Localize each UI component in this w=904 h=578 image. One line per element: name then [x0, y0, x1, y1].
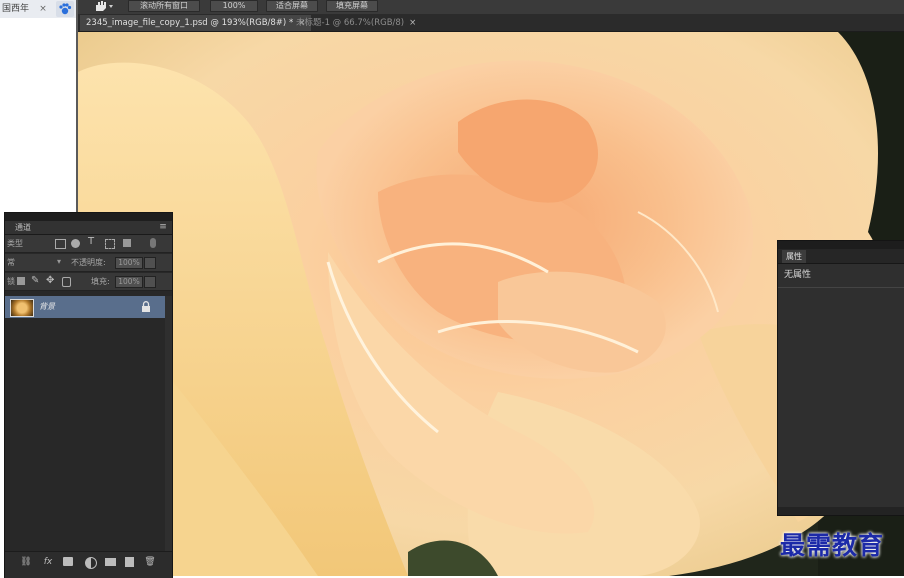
filter-toggle-icon[interactable] — [150, 238, 156, 248]
paw-icon[interactable] — [56, 1, 74, 17]
no-properties-text: 无属性 — [784, 270, 812, 280]
layer-filter-row: 类型 T — [5, 235, 172, 253]
fit-screen-button[interactable]: 适合屏幕 — [266, 0, 318, 12]
link-icon[interactable]: ⛓ — [19, 555, 33, 569]
hand-tool-icon[interactable] — [92, 0, 114, 12]
fill-slider-toggle[interactable] — [144, 276, 156, 288]
move-icon[interactable]: ✥ — [46, 275, 54, 286]
opacity-label: 不透明度: — [71, 258, 106, 267]
fill-screen-button[interactable]: 填充屏幕 — [326, 0, 378, 12]
shape-filter-icon[interactable] — [105, 239, 115, 249]
pixel-filter-icon[interactable] — [55, 239, 66, 249]
opacity-slider-toggle[interactable] — [144, 257, 156, 269]
watermark-logo: 最需教育 — [780, 531, 885, 560]
options-bar — [78, 0, 904, 14]
type-filter-icon[interactable]: T — [88, 236, 94, 247]
brush-icon[interactable]: ✎ — [31, 275, 39, 286]
tab-properties[interactable]: 属性 — [782, 250, 806, 263]
blend-opacity-row: 常 ▾ 不透明度: 100% — [5, 254, 172, 272]
layer-row-background[interactable]: 背景 — [5, 296, 165, 318]
panel-collapse-bar[interactable] — [778, 241, 904, 249]
lock-all-icon[interactable] — [62, 277, 71, 287]
browser-page-area — [0, 18, 76, 218]
fill-field[interactable]: 100% — [115, 276, 143, 288]
lock-label: 锁 — [7, 277, 15, 286]
new-layer-icon[interactable] — [125, 557, 134, 567]
document-tab-active[interactable]: 2345_image_file_copy_1.psd @ 193%(RGB/8#… — [80, 15, 312, 31]
zoom-100-button[interactable]: 100% — [210, 0, 258, 12]
scroll-all-windows-button[interactable]: 滚动所有窗口 — [128, 0, 200, 12]
panel-menu-icon[interactable]: ≡ — [157, 221, 169, 234]
lock-icon — [141, 301, 151, 313]
document-tab-label: 2345_image_file_copy_1.psd @ 193%(RGB/8#… — [86, 18, 294, 28]
document-tab-label: 未标题-1 @ 66.7%(RGB/8) — [296, 18, 405, 28]
tab-channels[interactable]: 通道 — [15, 221, 31, 234]
adjustment-icon[interactable] — [85, 557, 97, 569]
browser-tab-close-icon[interactable]: × — [38, 2, 48, 16]
chevron-down-icon[interactable]: ▾ — [57, 257, 61, 266]
panel-collapse-bar[interactable] — [5, 213, 172, 221]
trash-icon[interactable]: 🗑 — [143, 555, 157, 569]
blend-mode-select[interactable]: 常 — [7, 256, 15, 269]
layers-scrollbar[interactable] — [165, 296, 172, 551]
fx-icon[interactable]: fx — [41, 555, 55, 569]
panel-bottom-bar — [778, 507, 904, 515]
lock-fill-row: 锁 ✎ ✥ 填充: 100% — [5, 273, 172, 291]
filter-type-label[interactable]: 类型 — [7, 237, 23, 250]
lock-transparent-icon[interactable] — [17, 277, 25, 285]
layers-panel: 通道 ≡ 类型 T 常 ▾ 不透明度: 100% 锁 ✎ ✥ 填充: 100% … — [4, 212, 173, 578]
opacity-field[interactable]: 100% — [115, 257, 143, 269]
smart-object-filter-icon[interactable] — [123, 239, 131, 247]
fill-label: 填充: — [91, 277, 110, 286]
close-icon[interactable]: × — [409, 15, 416, 31]
properties-panel: 属性 无属性 — [777, 240, 904, 516]
document-tab-inactive[interactable]: 未标题-1 @ 66.7%(RGB/8) × — [290, 15, 422, 31]
layer-thumbnail — [10, 299, 34, 317]
layer-name[interactable]: 背景 — [39, 299, 55, 315]
mask-icon[interactable] — [63, 557, 73, 566]
folder-icon[interactable] — [105, 558, 116, 566]
divider — [778, 287, 904, 288]
adjustment-filter-icon[interactable] — [71, 239, 80, 248]
